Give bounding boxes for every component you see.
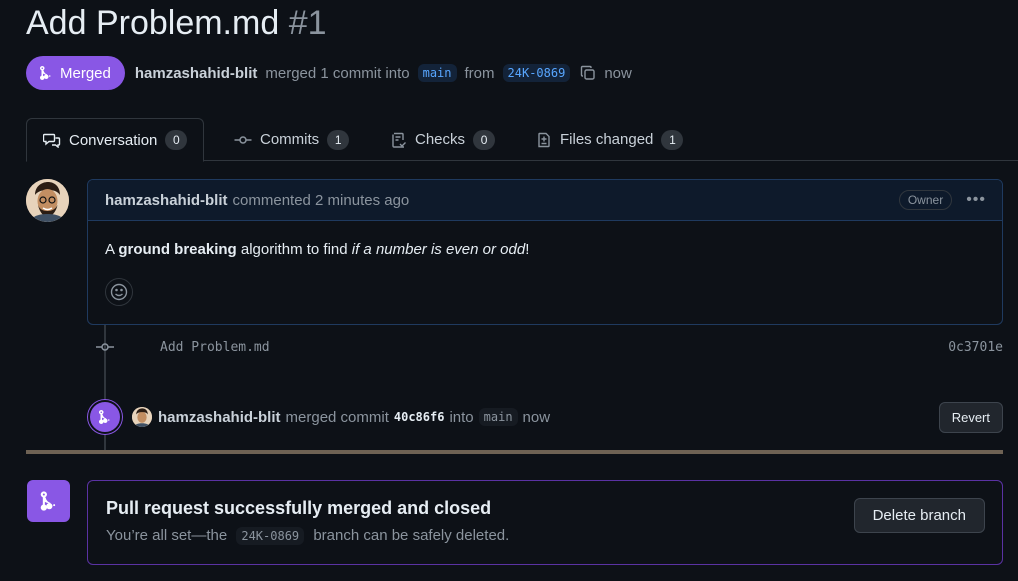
pr-state-row: Merged hamzashahid-blit merged 1 commit … bbox=[26, 56, 632, 90]
page-title: Add Problem.md #1 bbox=[26, 4, 327, 43]
tab-checks-label: Checks bbox=[415, 131, 466, 148]
base-branch-chip[interactable]: main bbox=[417, 64, 457, 82]
merged-state-label: Merged bbox=[60, 64, 111, 82]
comment-text-3: ! bbox=[525, 241, 530, 258]
merged-sub-text-2: branch can be safely deleted. bbox=[313, 527, 510, 544]
tab-files-changed-label: Files changed bbox=[560, 131, 654, 148]
commit-message-link[interactable]: Add Problem.md bbox=[160, 340, 270, 355]
merge-event-badge bbox=[88, 400, 122, 434]
tab-checks[interactable]: Checks 0 bbox=[375, 118, 511, 161]
tab-checks-count: 0 bbox=[473, 129, 496, 150]
tab-commits-label: Commits bbox=[260, 131, 320, 148]
commit-row: Add Problem.md 0c3701e bbox=[95, 337, 1003, 357]
comment-author-avatar[interactable] bbox=[26, 179, 69, 222]
head-branch-chip[interactable]: 24K-0869 bbox=[502, 64, 571, 82]
merge-event-text: merged commit bbox=[285, 408, 389, 426]
merged-status-subtitle: You’re all set—the 24K-0869 branch can b… bbox=[106, 527, 510, 545]
tab-commits[interactable]: Commits 1 bbox=[218, 118, 365, 161]
commit-sha-link[interactable]: 0c3701e bbox=[948, 340, 1003, 355]
merged-status-title: Pull request successfully merged and clo… bbox=[106, 498, 492, 518]
add-reaction-button[interactable] bbox=[105, 278, 133, 306]
delete-branch-button[interactable]: Delete branch bbox=[853, 498, 985, 533]
from-text: from bbox=[464, 64, 495, 82]
kebab-menu-icon[interactable]: ••• bbox=[966, 191, 986, 209]
merged-status-box: Pull request successfully merged and clo… bbox=[87, 480, 1003, 565]
comment-author-link[interactable]: hamzashahid-blit bbox=[105, 192, 228, 209]
git-merge-icon bbox=[40, 491, 55, 511]
tab-conversation-count: 0 bbox=[165, 130, 188, 150]
file-diff-icon bbox=[538, 132, 550, 147]
git-merge-icon bbox=[40, 66, 51, 80]
comment-meta[interactable]: commented 2 minutes ago bbox=[233, 192, 410, 209]
git-merge-icon bbox=[99, 410, 110, 424]
copy-icon[interactable] bbox=[580, 65, 596, 81]
merge-event: hamzashahid-blit merged commit 40c86f6 i… bbox=[88, 398, 1003, 436]
merge-commit-sha-link[interactable]: 40c86f6 bbox=[394, 410, 445, 424]
pr-number: #1 bbox=[288, 4, 327, 42]
merge-into-text: into bbox=[449, 408, 474, 426]
merge-event-time: now bbox=[522, 408, 551, 426]
smiley-icon bbox=[110, 283, 128, 301]
merge-author-link[interactable]: hamzashahid-blit bbox=[158, 409, 281, 426]
comment-text-1: A bbox=[105, 241, 119, 258]
comment-text-2: algorithm to find bbox=[236, 241, 352, 258]
pr-title: Add Problem.md bbox=[26, 4, 280, 42]
timeline-divider bbox=[26, 450, 1003, 454]
owner-badge: Owner bbox=[898, 190, 953, 210]
comment-box: hamzashahid-blit commented 2 minutes ago… bbox=[87, 179, 1003, 325]
pr-time: now bbox=[604, 64, 632, 82]
git-commit-icon bbox=[234, 135, 252, 144]
merge-target-branch[interactable]: main bbox=[478, 408, 518, 426]
merge-author-avatar[interactable] bbox=[132, 407, 152, 427]
tab-conversation-label: Conversation bbox=[69, 131, 158, 149]
tab-files-changed[interactable]: Files changed 1 bbox=[520, 118, 699, 161]
git-commit-icon bbox=[96, 343, 114, 351]
pr-tabs: Conversation 0 Commits 1 Checks 0 Files … bbox=[26, 118, 1018, 162]
merged-status-icon-box bbox=[27, 480, 70, 522]
revert-button[interactable]: Revert bbox=[938, 401, 1003, 433]
tab-conversation[interactable]: Conversation 0 bbox=[26, 118, 205, 162]
pr-author-link[interactable]: hamzashahid-blit bbox=[135, 65, 258, 82]
comment-header: hamzashahid-blit commented 2 minutes ago… bbox=[88, 180, 1002, 221]
merged-state-badge: Merged bbox=[26, 56, 125, 90]
merged-branch-chip: 24K-0869 bbox=[236, 527, 305, 545]
comment-bold-text: ground breaking bbox=[118, 241, 237, 258]
tab-files-changed-count: 1 bbox=[661, 129, 684, 150]
merged-commits-text: merged 1 commit into bbox=[265, 64, 410, 82]
comment-discussion-icon bbox=[43, 133, 61, 148]
comment-body: A ground breaking algorithm to find if a… bbox=[88, 221, 1002, 278]
checklist-icon bbox=[392, 132, 406, 148]
comment-italic-text: if a number is even or odd bbox=[351, 241, 526, 258]
merged-sub-text-1: You’re all set—the bbox=[106, 527, 228, 544]
tab-commits-count: 1 bbox=[327, 129, 350, 150]
